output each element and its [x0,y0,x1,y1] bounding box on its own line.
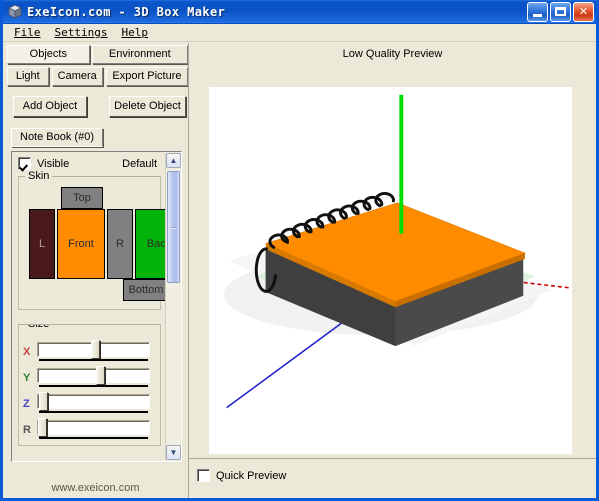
window-controls: ✕ [527,1,594,22]
skin-face-top[interactable]: Top [61,187,103,209]
size-slider-x-base [39,359,148,361]
skin-face-back[interactable]: Back [135,209,165,279]
size-sliders: X Y Z R [23,335,156,443]
visible-label: Visible [37,157,70,170]
size-slider-x-thumb[interactable] [91,340,101,359]
skin-face-bottom[interactable]: Bottom [123,279,165,301]
size-slider-y-track [37,368,150,383]
slider-row-r: R [23,417,156,443]
skin-group: Skin Top L Front R Ba Bottom [18,170,165,310]
axis-label-y: Y [23,372,31,384]
preview-bottom-bar: Quick Preview [189,458,596,498]
menu-help[interactable]: Help [114,25,155,40]
scroll-down-icon[interactable]: ▼ [166,445,181,460]
size-group-legend: Size [25,325,53,330]
title-bar: ExeIcon.com - 3D Box Maker ✕ [3,0,596,24]
slider-row-x: X [23,339,156,365]
axis-label-x: X [23,346,31,358]
size-slider-r-thumb[interactable] [38,418,48,437]
size-slider-r-base [39,437,148,439]
app-cube-icon [7,4,23,20]
delete-object-button[interactable]: Delete Object [109,96,186,117]
scroll-up-icon[interactable]: ▲ [166,153,181,168]
skin-face-left[interactable]: L [29,209,55,279]
scrollbar-thumb[interactable] [167,171,180,283]
quick-preview-row: Quick Preview [197,469,286,482]
size-slider-z-base [39,411,148,413]
size-slider-y-thumb[interactable] [95,366,105,385]
preview-panel: Low Quality Preview Quick Preview [188,43,596,498]
preset-label: Default [122,157,157,170]
visible-row: Visible Default [14,154,165,170]
tab-camera[interactable]: Camera [51,67,103,86]
minimize-button[interactable] [527,1,548,22]
3d-viewport[interactable] [209,87,572,454]
skin-face-top-label: Top [73,192,91,204]
menu-help-label: Help [121,26,148,39]
skin-face-bottom-label: Bottom [128,284,164,296]
size-slider-y-base [39,385,148,387]
add-object-button[interactable]: Add Object [13,96,87,117]
skin-group-legend: Skin [25,170,53,182]
menu-settings[interactable]: Settings [48,25,115,40]
object-properties-panel: Visible Default Skin Top L Front R Ba Bo… [11,151,182,462]
skin-face-right-label: R [116,238,124,250]
slider-row-y: Y [23,365,156,391]
tab-light[interactable]: Light [7,67,49,86]
skin-face-front[interactable]: Front [57,209,105,279]
size-slider-z[interactable] [37,392,150,415]
secondary-tab-row: Light Camera Export Picture [3,67,188,86]
size-slider-z-thumb[interactable] [39,392,49,411]
size-slider-r[interactable] [37,418,150,441]
object-buttons: Add Object Delete Object [13,96,188,117]
menu-settings-label: Settings [54,26,108,39]
quick-preview-checkbox[interactable] [197,469,210,482]
size-slider-z-track [37,394,150,409]
left-panel: Objects Environment Light Camera Export … [3,43,188,498]
size-slider-x[interactable] [37,340,150,363]
window-title: ExeIcon.com - 3D Box Maker [27,4,226,19]
size-slider-y[interactable] [37,366,150,389]
size-group: Size X Y Z R [18,324,161,446]
object-properties-content: Visible Default Skin Top L Front R Ba Bo… [14,154,165,459]
quick-preview-label: Quick Preview [216,469,287,482]
menu-file-label: File [14,26,41,39]
object-tab-note-book[interactable]: Note Book (#0) [11,128,103,147]
skin-face-front-label: Front [68,238,94,250]
visible-checkbox[interactable] [18,157,31,170]
tab-objects[interactable]: Objects [7,45,90,64]
skin-face-right[interactable]: R [107,209,133,279]
slider-row-z: Z [23,391,156,417]
skin-face-map: Top L Front R Ba Bottom [29,187,165,301]
axis-label-r: R [23,424,31,436]
properties-scrollbar[interactable]: ▲ ▼ [165,153,181,460]
skin-face-back-label: Back [146,238,165,250]
3d-scene [223,94,571,409]
window-body: Objects Environment Light Camera Export … [3,43,596,498]
preview-title: Low Quality Preview [342,48,443,60]
footer-website: www.exeicon.com [51,482,140,494]
axis-label-z: Z [23,398,30,410]
tab-export-picture[interactable]: Export Picture [105,67,188,86]
close-button[interactable]: ✕ [573,1,594,22]
menu-bar: File Settings Help [3,24,596,42]
app-window: ExeIcon.com - 3D Box Maker ✕ File Settin… [0,0,599,501]
primary-tab-row: Objects Environment [3,45,188,64]
size-slider-r-track [37,420,150,435]
maximize-button[interactable] [550,1,571,22]
menu-file[interactable]: File [7,25,48,40]
skin-face-left-label: L [38,238,46,250]
tab-environment[interactable]: Environment [91,45,188,64]
